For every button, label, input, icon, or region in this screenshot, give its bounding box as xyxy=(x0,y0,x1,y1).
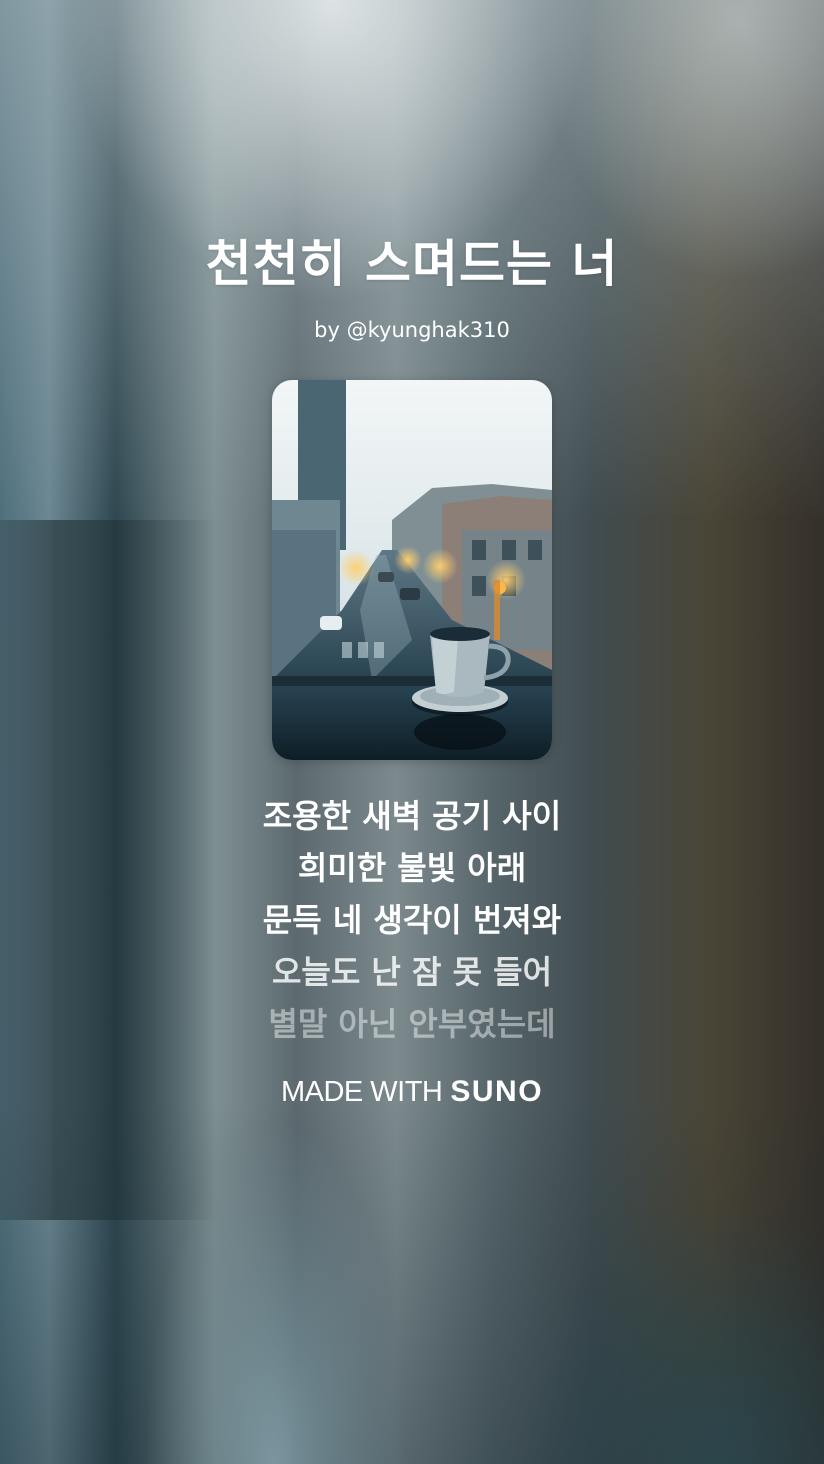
lyric-line: 희미한 불빛 아래 xyxy=(297,849,527,887)
artist-byline[interactable]: by @kyunghak310 xyxy=(0,314,824,346)
lyric-line: 별말 아닌 안부였는데 xyxy=(268,1005,556,1043)
lyric-line: 오늘도 난 잠 못 들어 xyxy=(271,953,553,991)
cover-art-image xyxy=(272,380,552,760)
song-share-card: 천천히 스며드는 너 by @kyunghak310 조용한 새벽 공기 사이 … xyxy=(0,0,824,1464)
suno-wordmark: SUNO xyxy=(450,1075,544,1108)
lyrics-panel: 조용한 새벽 공기 사이 희미한 불빛 아래 문득 네 생각이 번져와 오늘도 … xyxy=(0,790,824,1050)
song-title: 천천히 스며드는 너 xyxy=(205,235,619,293)
lyric-line: 조용한 새벽 공기 사이 xyxy=(262,797,562,835)
lyric-line: 문득 네 생각이 번져와 xyxy=(262,901,562,939)
made-with-label: MADE WITH xyxy=(280,1076,443,1108)
made-with-suno-logo[interactable]: MADE WITH SUNO xyxy=(0,1070,824,1113)
